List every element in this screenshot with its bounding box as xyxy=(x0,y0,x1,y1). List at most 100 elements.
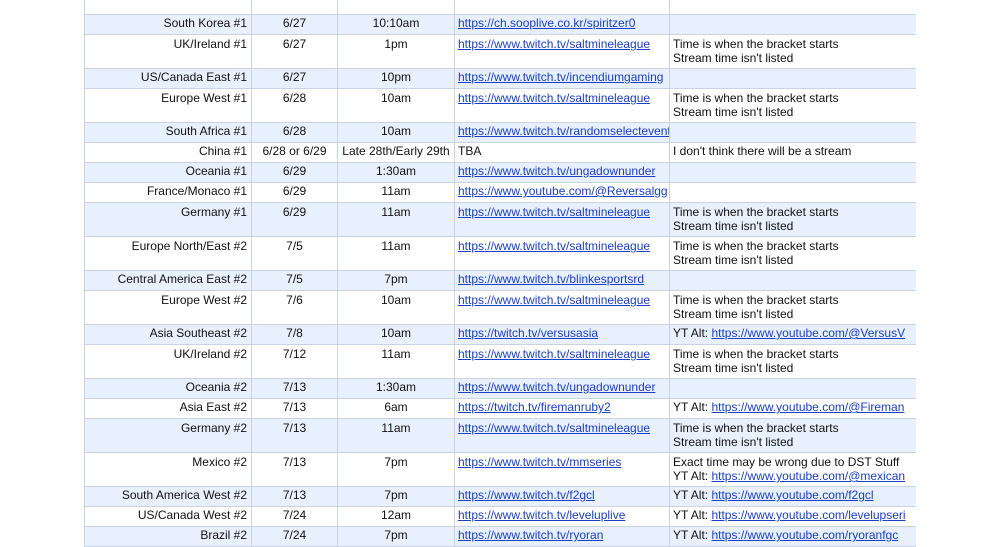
stream-link-cell[interactable]: https://www.twitch.tv/randomselectevents xyxy=(454,122,670,143)
stream-link[interactable]: https://www.twitch.tv/mmseries xyxy=(458,455,621,469)
time-cell[interactable]: 10:10am xyxy=(337,14,455,35)
stream-link[interactable]: https://www.twitch.tv/saltmineleague xyxy=(458,293,650,307)
stream-link-cell[interactable]: https://www.twitch.tv/f2gcl xyxy=(454,486,670,507)
notes-cell[interactable]: I don't think there will be a stream xyxy=(669,142,916,163)
time-cell[interactable]: 6am xyxy=(337,398,455,419)
notes-cell[interactable]: YT Alt: https://www.youtube.com/f2gcl xyxy=(669,486,916,507)
notes-cell[interactable] xyxy=(669,378,916,399)
date-cell[interactable]: 6/29 xyxy=(251,162,338,183)
stream-link[interactable]: https://www.twitch.tv/saltmineleague xyxy=(458,421,650,435)
stream-link-cell[interactable]: https://twitch.tv/versusasia xyxy=(454,324,670,345)
region-cell[interactable]: Oceania #2 xyxy=(84,378,252,399)
stream-link-cell[interactable]: https://twitch.tv/firemanruby2 xyxy=(454,398,670,419)
stream-link[interactable]: https://twitch.tv/firemanruby2 xyxy=(458,400,611,414)
notes-cell[interactable]: YT Alt: https://www.youtube.com/levelups… xyxy=(669,506,916,527)
time-cell[interactable]: 12am xyxy=(337,506,455,527)
stream-link-cell[interactable]: https://www.twitch.tv/saltmineleague xyxy=(454,88,670,123)
date-cell[interactable]: 7/13 xyxy=(251,486,338,507)
stream-link[interactable]: https://www.twitch.tv/saltmineleague xyxy=(458,347,650,361)
stream-link[interactable]: https://www.twitch.tv/f2gcl xyxy=(458,488,595,502)
notes-cell[interactable] xyxy=(669,68,916,89)
youtube-alt-link[interactable]: https://www.youtube.com/@mexican xyxy=(711,469,905,483)
notes-cell[interactable] xyxy=(669,0,916,15)
notes-cell[interactable] xyxy=(669,122,916,143)
stream-link-cell[interactable]: https://www.twitch.tv/leveluplive xyxy=(454,506,670,527)
youtube-alt-link[interactable]: https://www.youtube.com/@VersusV xyxy=(711,326,905,340)
region-cell[interactable] xyxy=(84,0,252,15)
stream-link[interactable]: https://www.twitch.tv/ungadownunder xyxy=(458,164,655,178)
time-cell[interactable]: 10am xyxy=(337,88,455,123)
stream-link-cell[interactable]: https://www.youtube.com/@Reversalgg xyxy=(454,182,670,203)
notes-cell[interactable]: Time is when the bracket starts Stream ti… xyxy=(669,34,916,69)
region-cell[interactable]: US/Canada East #1 xyxy=(84,68,252,89)
region-cell[interactable]: UK/Ireland #2 xyxy=(84,344,252,379)
notes-cell[interactable]: Time is when the bracket starts Stream ti… xyxy=(669,418,916,453)
region-cell[interactable]: South Africa #1 xyxy=(84,122,252,143)
notes-cell[interactable] xyxy=(669,270,916,291)
notes-cell[interactable]: Time is when the bracket starts Stream ti… xyxy=(669,236,916,271)
notes-cell[interactable]: Time is when the bracket starts Stream ti… xyxy=(669,202,916,237)
stream-link[interactable]: https://www.twitch.tv/saltmineleague xyxy=(458,37,650,51)
region-cell[interactable]: Mexico #2 xyxy=(84,452,252,487)
stream-link-cell[interactable]: https://www.twitch.tv/ryoran xyxy=(454,526,670,547)
time-cell[interactable]: 11am xyxy=(337,202,455,237)
notes-cell[interactable] xyxy=(669,14,916,35)
date-cell[interactable]: 7/13 xyxy=(251,398,338,419)
date-cell[interactable] xyxy=(251,0,338,15)
notes-cell[interactable]: Time is when the bracket starts Stream ti… xyxy=(669,344,916,379)
stream-link-cell[interactable]: https://ch.sooplive.co.kr/spiritzer0 xyxy=(454,14,670,35)
date-cell[interactable]: 7/13 xyxy=(251,418,338,453)
time-cell[interactable]: 7pm xyxy=(337,270,455,291)
notes-cell[interactable]: YT Alt: https://www.youtube.com/ryoranfg… xyxy=(669,526,916,547)
region-cell[interactable]: Germany #2 xyxy=(84,418,252,453)
notes-cell[interactable]: YT Alt: https://www.youtube.com/@VersusV xyxy=(669,324,916,345)
notes-cell[interactable]: Exact time may be wrong due to DST Stuff… xyxy=(669,452,916,487)
date-cell[interactable]: 7/13 xyxy=(251,452,338,487)
notes-cell[interactable] xyxy=(669,182,916,203)
stream-link[interactable]: https://www.twitch.tv/ungadownunder xyxy=(458,380,655,394)
stream-link[interactable]: https://www.twitch.tv/ryoran xyxy=(458,528,603,542)
time-cell[interactable]: 1pm xyxy=(337,34,455,69)
stream-link[interactable]: https://ch.sooplive.co.kr/spiritzer0 xyxy=(458,16,635,30)
stream-link-cell[interactable]: https://www.twitch.tv/ungadownunder xyxy=(454,162,670,183)
region-cell[interactable]: Germany #1 xyxy=(84,202,252,237)
region-cell[interactable]: South America West #2 xyxy=(84,486,252,507)
stream-link[interactable]: https://www.twitch.tv/randomselectevents xyxy=(458,124,669,138)
stream-link[interactable]: https://www.twitch.tv/saltmineleague xyxy=(458,239,650,253)
stream-link[interactable]: https://www.twitch.tv/saltmineleague xyxy=(458,91,650,105)
region-cell[interactable]: UK/Ireland #1 xyxy=(84,34,252,69)
region-cell[interactable]: France/Monaco #1 xyxy=(84,182,252,203)
region-cell[interactable]: China #1 xyxy=(84,142,252,163)
stream-link[interactable]: https://www.twitch.tv/leveluplive xyxy=(458,508,625,522)
time-cell[interactable]: 11am xyxy=(337,418,455,453)
time-cell[interactable]: 7pm xyxy=(337,452,455,487)
stream-link-cell[interactable]: https://www.twitch.tv/saltmineleague xyxy=(454,418,670,453)
region-cell[interactable]: Europe West #2 xyxy=(84,290,252,325)
time-cell[interactable]: 10am xyxy=(337,290,455,325)
date-cell[interactable]: 6/28 xyxy=(251,88,338,123)
region-cell[interactable]: US/Canada West #2 xyxy=(84,506,252,527)
time-cell[interactable]: 7pm xyxy=(337,486,455,507)
date-cell[interactable]: 7/5 xyxy=(251,270,338,291)
date-cell[interactable]: 7/24 xyxy=(251,526,338,547)
time-cell[interactable]: 11am xyxy=(337,236,455,271)
stream-link-cell[interactable]: https://www.twitch.tv/incendiumgaming xyxy=(454,68,670,89)
date-cell[interactable]: 6/27 xyxy=(251,34,338,69)
date-cell[interactable]: 7/12 xyxy=(251,344,338,379)
time-cell[interactable]: 1:30am xyxy=(337,162,455,183)
stream-link-cell[interactable]: https://www.twitch.tv/saltmineleague xyxy=(454,344,670,379)
region-cell[interactable]: Asia East #2 xyxy=(84,398,252,419)
notes-cell[interactable]: YT Alt: https://www.youtube.com/@Fireman xyxy=(669,398,916,419)
time-cell[interactable]: 7pm xyxy=(337,526,455,547)
date-cell[interactable]: 7/24 xyxy=(251,506,338,527)
stream-link-cell[interactable]: https://www.twitch.tv/saltmineleague xyxy=(454,202,670,237)
stream-link-cell[interactable]: https://www.twitch.tv/ungadownunder xyxy=(454,378,670,399)
notes-cell[interactable]: Time is when the bracket starts Stream ti… xyxy=(669,88,916,123)
youtube-alt-link[interactable]: https://www.youtube.com/f2gcl xyxy=(711,488,873,502)
date-cell[interactable]: 7/5 xyxy=(251,236,338,271)
stream-link-cell[interactable]: https://www.twitch.tv/mmseries xyxy=(454,452,670,487)
time-cell[interactable]: 10am xyxy=(337,122,455,143)
stream-link-cell[interactable] xyxy=(454,0,670,15)
youtube-alt-link[interactable]: https://www.youtube.com/levelupseri xyxy=(711,508,905,522)
region-cell[interactable]: South Korea #1 xyxy=(84,14,252,35)
